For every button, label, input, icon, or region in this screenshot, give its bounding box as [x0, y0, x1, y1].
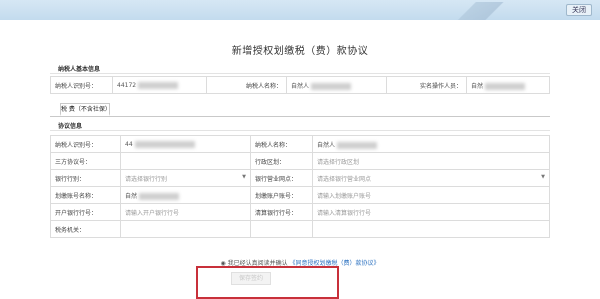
account-number-label: 划缴账户账号：: [250, 186, 313, 204]
section-divider: [50, 73, 550, 74]
agreement-table: 纳税人识别号： 44 纳税人名称： 自然人 三方协议号： 行政区划： 请选择行政…: [50, 135, 550, 238]
tax-authority-value: [120, 220, 251, 238]
empty-cell: [312, 220, 550, 238]
great-wall-decoration: [420, 2, 540, 20]
table-row: 划缴账号名称： 自然 划缴账户账号： 请输入划缴账户账号: [50, 186, 550, 204]
tab-bar-line: [50, 116, 550, 117]
opening-bank-code-input[interactable]: 请输入开户银行行号: [120, 203, 251, 221]
chevron-down-icon: ▼: [242, 173, 246, 180]
table-row: 开户银行行号： 请输入开户银行行号 清算银行行号： 请输入清算银行行号: [50, 203, 550, 221]
agreement-taxpayer-name-value: 自然人: [312, 135, 550, 153]
agreement-taxpayer-name-label: 纳税人名称：: [250, 135, 313, 153]
account-name-value: 自然: [120, 186, 251, 204]
table-row: 三方协议号： 行政区划： 请选择行政区划: [50, 152, 550, 170]
tax-authority-label: 税务机关：: [50, 220, 121, 238]
bank-type-select[interactable]: 请选择银行行别 ▼: [120, 169, 251, 187]
table-row: 税务机关：: [50, 220, 550, 238]
top-banner: 关闭: [0, 0, 600, 20]
tripartite-agreement-label: 三方协议号：: [50, 152, 121, 170]
operator-value: 自然: [466, 76, 550, 94]
section-divider: [50, 130, 550, 131]
basic-info-table: 纳税人识别号： 44172 纳税人名称： 自然人 实名操作人员： 自然: [50, 76, 550, 94]
taxpayer-id-value: 44172: [112, 76, 207, 94]
bank-branch-select[interactable]: 请选择银行营业网点 ▼: [312, 169, 550, 187]
agreement-info-heading: 协议信息: [58, 123, 83, 130]
chevron-down-icon: ▼: [541, 173, 545, 180]
page-title: 新增授权划缴税（费）款协议: [231, 46, 369, 57]
taxpayer-name-label: 纳税人名称：: [206, 76, 287, 94]
taxpayer-name-value: 自然人: [286, 76, 387, 94]
clearing-bank-code-label: 清算银行行号：: [250, 203, 313, 221]
tab-tax-fee[interactable]: 税 费（不含社保）: [60, 103, 111, 116]
empty-cell: [250, 220, 313, 238]
bank-branch-label: 银行营业网点：: [250, 169, 313, 187]
account-number-input[interactable]: 请输入划缴账户账号: [312, 186, 550, 204]
agreement-taxpayer-id-label: 纳税人识别号：: [50, 135, 121, 153]
account-name-label: 划缴账号名称：: [50, 186, 121, 204]
admin-region-label: 行政区划：: [250, 152, 313, 170]
taxpayer-id-label: 纳税人识别号：: [50, 76, 113, 94]
admin-region-select[interactable]: 请选择行政区划: [312, 152, 550, 170]
close-button[interactable]: 关闭: [566, 4, 592, 16]
agreement-taxpayer-id-value: 44: [120, 135, 251, 153]
table-row: 纳税人识别号： 44 纳税人名称： 自然人: [50, 135, 550, 153]
save-sign-button[interactable]: 保存签约: [231, 272, 271, 285]
bank-type-label: 银行行别：: [50, 169, 121, 187]
opening-bank-code-label: 开户银行行号：: [50, 203, 121, 221]
basic-info-heading: 纳税人基本信息: [58, 66, 101, 73]
tripartite-agreement-value[interactable]: [120, 152, 251, 170]
table-row: 银行行别： 请选择银行行别 ▼ 银行营业网点： 请选择银行营业网点 ▼: [50, 169, 550, 187]
clearing-bank-code-input[interactable]: 请输入清算银行行号: [312, 203, 550, 221]
operator-label: 实名操作人员：: [386, 76, 467, 94]
